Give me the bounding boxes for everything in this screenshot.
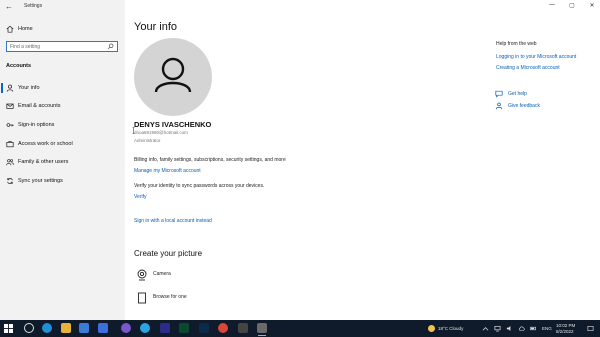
sidebar-item-family-other-users[interactable]: Family & other users — [0, 155, 125, 169]
clock-date[interactable]: 8/2/2022 — [556, 329, 574, 334]
sidebar-item-email-accounts[interactable]: Email & accounts — [0, 99, 125, 113]
maximize-icon[interactable]: ▢ — [568, 2, 576, 9]
user-silhouette-icon — [154, 57, 192, 93]
sync-icon — [7, 177, 13, 185]
selection-indicator — [1, 83, 3, 93]
sidebar-item-label: Sync your settings — [18, 178, 63, 184]
sidebar-item-label: Family & other users — [18, 159, 69, 165]
key-icon — [6, 123, 14, 127]
viber-icon[interactable] — [121, 323, 131, 333]
sidebar-section-title: Accounts — [6, 63, 32, 69]
picture-option-label: Browse for one — [153, 294, 187, 300]
page-title: Your info — [134, 21, 178, 33]
home-icon — [6, 25, 14, 33]
settings-gear-icon[interactable] — [257, 323, 267, 336]
windows-start-icon[interactable] — [4, 324, 13, 333]
avatar — [134, 38, 212, 116]
sidebar-item-home[interactable]: Home — [0, 22, 125, 36]
browse-option[interactable]: Browse for one — [134, 291, 284, 305]
photoshop-icon[interactable] — [199, 323, 209, 333]
mail-icon[interactable] — [79, 323, 89, 333]
user-role: Administrator — [134, 138, 161, 143]
text-cursor-icon — [132, 127, 135, 134]
person-icon — [6, 84, 14, 92]
sidebar: ← Settings Home Find a setting Accounts … — [0, 0, 125, 320]
sidebar-item-sync-settings[interactable]: Sync your settings — [0, 174, 125, 188]
browse-file-icon — [138, 292, 146, 304]
camera-icon — [137, 269, 147, 281]
people-icon — [6, 159, 14, 166]
back-arrow-icon[interactable]: ← — [4, 2, 14, 12]
search-input[interactable]: Find a setting — [6, 41, 118, 52]
main-content: — ▢ ✕ Your info DENYS IVASCHENKO dnoa691… — [125, 0, 600, 320]
sidebar-item-label: Sign-in options — [18, 122, 55, 128]
briefcase-icon — [6, 141, 14, 148]
edge-icon[interactable] — [42, 323, 52, 333]
weather-cloud-icon[interactable] — [428, 325, 435, 332]
verify-description: Verify your identity to sync passwords a… — [134, 183, 265, 189]
file-explorer-icon[interactable] — [61, 323, 71, 333]
camera-option[interactable]: Camera — [134, 268, 284, 282]
manage-account-link[interactable]: Manage my Microsoft account — [134, 168, 201, 174]
notifications-icon[interactable] — [587, 325, 594, 332]
sidebar-item-label: Access work or school — [18, 141, 73, 147]
user-name: DENYS IVASCHENKO — [134, 120, 212, 129]
telegram-icon[interactable] — [140, 323, 150, 333]
window-controls: — ▢ ✕ — [548, 2, 596, 9]
search-placeholder: Find a setting — [10, 44, 41, 50]
app-title: Settings — [24, 3, 43, 9]
audition-icon[interactable] — [179, 323, 189, 333]
local-account-link[interactable]: Sign in with a local account instead — [134, 218, 212, 224]
help-title: Help from the web — [496, 41, 537, 47]
chat-help-icon — [495, 90, 503, 98]
battery-icon[interactable] — [530, 325, 537, 332]
title-bar: ← Settings — [0, 0, 125, 14]
cloud-tray-icon[interactable] — [518, 325, 525, 332]
chrome-icon[interactable] — [218, 323, 228, 333]
search-icon[interactable] — [107, 43, 114, 50]
clock-time[interactable]: 10:02 PM — [556, 323, 575, 328]
verify-link[interactable]: Verify — [134, 194, 147, 200]
sidebar-item-label: Home — [18, 26, 33, 32]
store-icon[interactable] — [98, 323, 108, 333]
sidebar-item-sign-in-options[interactable]: Sign-in options — [0, 118, 125, 132]
chevron-up-icon[interactable] — [482, 325, 489, 332]
volume-icon[interactable] — [506, 325, 513, 332]
help-link-logging-in[interactable]: Logging in to your Microsoft account — [496, 54, 576, 60]
user-email: dnoa691980@hotmail.com — [134, 130, 188, 135]
network-icon[interactable] — [494, 325, 501, 332]
give-feedback-label: Give feedback — [508, 103, 540, 109]
language-indicator[interactable]: ENG — [542, 326, 552, 337]
weather-text[interactable]: 18°C Cloudy — [438, 326, 463, 337]
sidebar-item-label: Email & accounts — [18, 103, 61, 109]
sidebar-item-your-info[interactable]: Your info — [0, 81, 125, 95]
picture-option-label: Camera — [153, 271, 171, 277]
sidebar-item-label: Your info — [18, 85, 40, 91]
get-help-label: Get help — [508, 91, 527, 97]
search-taskbar-icon[interactable] — [24, 323, 34, 333]
app-icon[interactable] — [238, 323, 248, 333]
sidebar-item-access-work-school[interactable]: Access work or school — [0, 137, 125, 151]
feedback-icon — [495, 102, 503, 110]
email-icon — [6, 103, 14, 109]
close-icon[interactable]: ✕ — [588, 2, 596, 9]
help-link-creating-account[interactable]: Creating a Microsoft account — [496, 65, 560, 71]
billing-description: Billing info, family settings, subscript… — [134, 157, 286, 163]
create-picture-title: Create your picture — [134, 249, 203, 258]
settings-window: ← Settings Home Find a setting Accounts … — [0, 0, 600, 320]
premiere-icon[interactable] — [160, 323, 170, 333]
minimize-icon[interactable]: — — [548, 2, 556, 9]
taskbar: 18°C Cloudy ENG 10:02 PM 8/2/2022 — [0, 320, 600, 337]
